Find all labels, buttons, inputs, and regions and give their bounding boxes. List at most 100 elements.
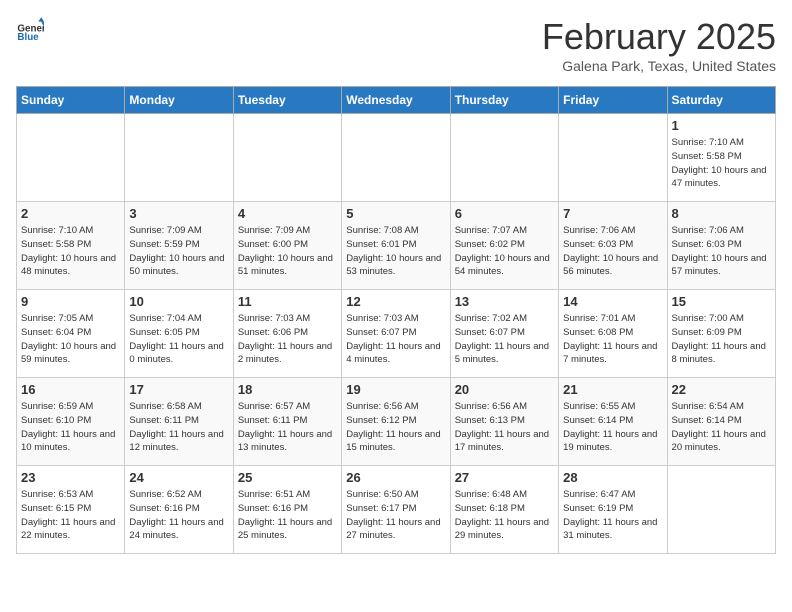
day-info: Sunrise: 7:00 AMSunset: 6:09 PMDaylight:…: [672, 312, 771, 367]
calendar-cell: 19 Sunrise: 6:56 AMSunset: 6:12 PMDayligh…: [342, 378, 450, 466]
day-number: 18: [238, 382, 337, 397]
calendar-week-5: 23Sunrise: 6:53 AMSunset: 6:15 PMDayligh…: [17, 466, 776, 554]
calendar-cell: 27 Sunrise: 6:48 AMSunset: 6:18 PMDayligh…: [450, 466, 558, 554]
day-number: 24: [129, 470, 228, 485]
calendar-cell: 8 Sunrise: 7:06 AMSunset: 6:03 PMDaylight…: [667, 202, 775, 290]
day-number: 7: [563, 206, 662, 221]
calendar-cell: [233, 114, 341, 202]
day-number: 14: [563, 294, 662, 309]
day-info: Sunrise: 6:56 AMSunset: 6:13 PMDaylight:…: [455, 400, 554, 455]
calendar-cell: 3 Sunrise: 7:09 AMSunset: 5:59 PMDaylight…: [125, 202, 233, 290]
day-info: Sunrise: 6:47 AMSunset: 6:19 PMDaylight:…: [563, 488, 662, 543]
calendar-cell: 17 Sunrise: 6:58 AMSunset: 6:11 PMDayligh…: [125, 378, 233, 466]
calendar-cell: 16 Sunrise: 6:59 AMSunset: 6:10 PMDayligh…: [17, 378, 125, 466]
day-info: Sunrise: 6:58 AMSunset: 6:11 PMDaylight:…: [129, 400, 228, 455]
day-info: Sunrise: 7:02 AMSunset: 6:07 PMDaylight:…: [455, 312, 554, 367]
day-number: 2: [21, 206, 120, 221]
calendar-cell: 1 Sunrise: 7:10 AMSunset: 5:58 PMDaylight…: [667, 114, 775, 202]
day-info: Sunrise: 6:51 AMSunset: 6:16 PMDaylight:…: [238, 488, 337, 543]
day-number: 16: [21, 382, 120, 397]
day-number: 12: [346, 294, 445, 309]
day-info: Sunrise: 7:10 AMSunset: 5:58 PMDaylight:…: [672, 136, 771, 191]
location-title: Galena Park, Texas, United States: [542, 58, 776, 74]
svg-text:Blue: Blue: [17, 32, 39, 43]
day-info: Sunrise: 7:05 AMSunset: 6:04 PMDaylight:…: [21, 312, 120, 367]
day-number: 8: [672, 206, 771, 221]
calendar-cell: 2 Sunrise: 7:10 AMSunset: 5:58 PMDaylight…: [17, 202, 125, 290]
calendar-cell: 6 Sunrise: 7:07 AMSunset: 6:02 PMDaylight…: [450, 202, 558, 290]
day-number: 6: [455, 206, 554, 221]
calendar-cell: 13Sunrise: 7:02 AMSunset: 6:07 PMDayligh…: [450, 290, 558, 378]
day-info: Sunrise: 7:03 AMSunset: 6:06 PMDaylight:…: [238, 312, 337, 367]
calendar-cell: [667, 466, 775, 554]
calendar-cell: [559, 114, 667, 202]
weekday-header-saturday: Saturday: [667, 87, 775, 114]
weekday-header-tuesday: Tuesday: [233, 87, 341, 114]
day-info: Sunrise: 6:56 AMSunset: 6:12 PMDaylight:…: [346, 400, 445, 455]
day-number: 25: [238, 470, 337, 485]
calendar-cell: 5Sunrise: 7:08 AMSunset: 6:01 PMDaylight…: [342, 202, 450, 290]
calendar-cell: 9 Sunrise: 7:05 AMSunset: 6:04 PMDaylight…: [17, 290, 125, 378]
day-info: Sunrise: 6:53 AMSunset: 6:15 PMDaylight:…: [21, 488, 120, 543]
day-info: Sunrise: 7:07 AMSunset: 6:02 PMDaylight:…: [455, 224, 554, 279]
month-title: February 2025: [542, 16, 776, 58]
logo-icon: General Blue: [16, 16, 44, 44]
calendar-cell: 24 Sunrise: 6:52 AMSunset: 6:16 PMDayligh…: [125, 466, 233, 554]
day-info: Sunrise: 7:01 AMSunset: 6:08 PMDaylight:…: [563, 312, 662, 367]
calendar-cell: 22Sunrise: 6:54 AMSunset: 6:14 PMDayligh…: [667, 378, 775, 466]
day-info: Sunrise: 6:48 AMSunset: 6:18 PMDaylight:…: [455, 488, 554, 543]
calendar-cell: 11 Sunrise: 7:03 AMSunset: 6:06 PMDayligh…: [233, 290, 341, 378]
calendar-cell: [342, 114, 450, 202]
calendar-cell: 4 Sunrise: 7:09 AMSunset: 6:00 PMDaylight…: [233, 202, 341, 290]
day-info: Sunrise: 7:06 AMSunset: 6:03 PMDaylight:…: [563, 224, 662, 279]
calendar-cell: 25 Sunrise: 6:51 AMSunset: 6:16 PMDayligh…: [233, 466, 341, 554]
calendar-week-4: 16 Sunrise: 6:59 AMSunset: 6:10 PMDayligh…: [17, 378, 776, 466]
calendar-cell: 23Sunrise: 6:53 AMSunset: 6:15 PMDayligh…: [17, 466, 125, 554]
day-info: Sunrise: 6:52 AMSunset: 6:16 PMDaylight:…: [129, 488, 228, 543]
day-info: Sunrise: 6:57 AMSunset: 6:11 PMDaylight:…: [238, 400, 337, 455]
calendar-table: SundayMondayTuesdayWednesdayThursdayFrid…: [16, 86, 776, 554]
calendar-cell: 21 Sunrise: 6:55 AMSunset: 6:14 PMDayligh…: [559, 378, 667, 466]
day-number: 9: [21, 294, 120, 309]
day-info: Sunrise: 7:06 AMSunset: 6:03 PMDaylight:…: [672, 224, 771, 279]
weekday-header-sunday: Sunday: [17, 87, 125, 114]
day-info: Sunrise: 7:09 AMSunset: 5:59 PMDaylight:…: [129, 224, 228, 279]
title-area: February 2025 Galena Park, Texas, United…: [542, 16, 776, 74]
day-number: 3: [129, 206, 228, 221]
calendar-week-2: 2 Sunrise: 7:10 AMSunset: 5:58 PMDaylight…: [17, 202, 776, 290]
calendar-cell: 7 Sunrise: 7:06 AMSunset: 6:03 PMDaylight…: [559, 202, 667, 290]
day-number: 27: [455, 470, 554, 485]
weekday-header-wednesday: Wednesday: [342, 87, 450, 114]
weekday-header-monday: Monday: [125, 87, 233, 114]
weekday-header-friday: Friday: [559, 87, 667, 114]
day-number: 11: [238, 294, 337, 309]
day-info: Sunrise: 7:09 AMSunset: 6:00 PMDaylight:…: [238, 224, 337, 279]
calendar-cell: 26 Sunrise: 6:50 AMSunset: 6:17 PMDayligh…: [342, 466, 450, 554]
calendar-week-1: 1 Sunrise: 7:10 AMSunset: 5:58 PMDaylight…: [17, 114, 776, 202]
day-number: 17: [129, 382, 228, 397]
day-info: Sunrise: 7:04 AMSunset: 6:05 PMDaylight:…: [129, 312, 228, 367]
day-number: 1: [672, 118, 771, 133]
page-header: General Blue February 2025 Galena Park, …: [16, 16, 776, 74]
calendar-cell: 14 Sunrise: 7:01 AMSunset: 6:08 PMDayligh…: [559, 290, 667, 378]
calendar-cell: 28Sunrise: 6:47 AMSunset: 6:19 PMDayligh…: [559, 466, 667, 554]
calendar-cell: [17, 114, 125, 202]
day-number: 19: [346, 382, 445, 397]
day-number: 4: [238, 206, 337, 221]
day-number: 20: [455, 382, 554, 397]
logo: General Blue: [16, 16, 44, 44]
day-info: Sunrise: 6:59 AMSunset: 6:10 PMDaylight:…: [21, 400, 120, 455]
day-number: 26: [346, 470, 445, 485]
day-info: Sunrise: 6:55 AMSunset: 6:14 PMDaylight:…: [563, 400, 662, 455]
day-info: Sunrise: 7:10 AMSunset: 5:58 PMDaylight:…: [21, 224, 120, 279]
calendar-cell: [125, 114, 233, 202]
day-number: 10: [129, 294, 228, 309]
weekday-header-thursday: Thursday: [450, 87, 558, 114]
day-number: 21: [563, 382, 662, 397]
calendar-week-3: 9 Sunrise: 7:05 AMSunset: 6:04 PMDaylight…: [17, 290, 776, 378]
day-number: 22: [672, 382, 771, 397]
day-info: Sunrise: 7:03 AMSunset: 6:07 PMDaylight:…: [346, 312, 445, 367]
day-number: 5: [346, 206, 445, 221]
day-info: Sunrise: 6:50 AMSunset: 6:17 PMDaylight:…: [346, 488, 445, 543]
calendar-cell: 12 Sunrise: 7:03 AMSunset: 6:07 PMDayligh…: [342, 290, 450, 378]
